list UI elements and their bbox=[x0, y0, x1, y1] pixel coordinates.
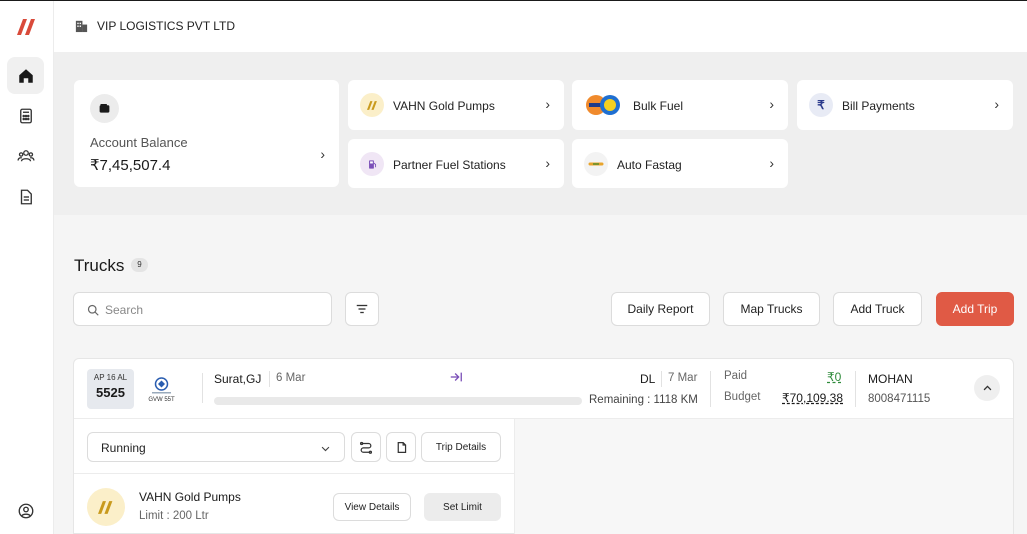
chevron-right-icon: › bbox=[769, 155, 774, 171]
trucks-title: Trucks bbox=[74, 256, 125, 275]
fastag-icon bbox=[584, 152, 608, 176]
trip-card: AP 16 AL 5525 GVW 55T Surat,GJ 6 Mar DL … bbox=[73, 358, 1014, 534]
route-button[interactable] bbox=[351, 432, 381, 462]
pump-name: VAHN Gold Pumps bbox=[139, 490, 241, 504]
trip-status-select[interactable]: Running bbox=[87, 432, 345, 462]
map-trucks-button[interactable]: Map Trucks bbox=[723, 292, 820, 326]
plate-prefix: AP 16 AL bbox=[93, 373, 128, 382]
driver-name: MOHAN bbox=[868, 372, 913, 386]
documents-button[interactable] bbox=[386, 432, 416, 462]
filter-button[interactable] bbox=[345, 292, 379, 326]
divider bbox=[855, 371, 856, 407]
rupee-icon: ₹ bbox=[809, 93, 833, 117]
view-details-button[interactable]: View Details bbox=[333, 493, 411, 521]
account-balance-value: ₹7,45,507.4 bbox=[90, 157, 171, 174]
top-header: VIP LOGISTICS PVT LTD bbox=[54, 1, 1027, 52]
divider bbox=[269, 371, 270, 387]
paid-value[interactable]: ₹0 bbox=[827, 370, 841, 384]
service-label: Bulk Fuel bbox=[633, 99, 684, 113]
chevron-down-icon bbox=[321, 446, 330, 452]
trip-status-value: Running bbox=[101, 441, 146, 455]
account-balance-card[interactable]: Account Balance ₹7,45,507.4 › bbox=[74, 80, 339, 187]
fuel-pump-icon bbox=[360, 152, 384, 176]
home-icon bbox=[18, 68, 33, 83]
sidebar bbox=[0, 1, 54, 534]
search-field[interactable] bbox=[73, 292, 332, 326]
driver-phone: 8008471115 bbox=[868, 393, 931, 405]
service-bulk-fuel[interactable]: Bulk Fuel › bbox=[572, 80, 788, 130]
divider bbox=[661, 371, 662, 387]
sidebar-item-profile[interactable] bbox=[7, 492, 44, 529]
trip-map-pane bbox=[515, 419, 1013, 534]
file-icon bbox=[397, 441, 406, 453]
budget-value[interactable]: ₹70,109.38 bbox=[782, 391, 843, 405]
search-icon bbox=[87, 304, 99, 316]
fuel-brands-icon bbox=[584, 93, 622, 117]
service-auto-fastag[interactable]: Auto Fastag › bbox=[572, 139, 788, 188]
paid-label: Paid bbox=[724, 370, 748, 382]
service-bill-payments[interactable]: ₹ Bill Payments › bbox=[797, 80, 1013, 130]
set-limit-button[interactable]: Set Limit bbox=[424, 493, 501, 521]
service-vahn-gold-pumps[interactable]: VAHN Gold Pumps › bbox=[348, 80, 564, 130]
trucks-count-badge: 9 bbox=[131, 258, 148, 272]
truck-brand: GVW 55T bbox=[140, 369, 183, 409]
chevron-up-icon bbox=[983, 385, 991, 390]
route-arrow-icon bbox=[450, 372, 462, 382]
chevron-right-icon: › bbox=[545, 155, 550, 171]
account-balance-label: Account Balance bbox=[90, 135, 188, 150]
budget-label: Budget bbox=[724, 391, 761, 403]
divider bbox=[74, 473, 514, 474]
vahn-pump-logo-icon bbox=[87, 488, 125, 526]
divider bbox=[710, 371, 711, 407]
calculator-icon bbox=[19, 108, 32, 123]
chevron-right-icon: › bbox=[545, 96, 550, 112]
building-icon bbox=[75, 20, 88, 33]
vahn-logo-icon bbox=[360, 93, 384, 117]
company-name: VIP LOGISTICS PVT LTD bbox=[97, 18, 236, 33]
app-logo-icon[interactable] bbox=[17, 19, 37, 35]
user-circle-icon bbox=[18, 503, 33, 518]
chevron-right-icon: › bbox=[769, 96, 774, 112]
add-trip-button[interactable]: Add Trip bbox=[936, 292, 1014, 326]
wallet-icon bbox=[90, 94, 119, 123]
divider bbox=[514, 419, 515, 534]
chevron-right-icon: › bbox=[320, 146, 325, 162]
remaining-distance: Remaining : 1118 KM bbox=[589, 394, 698, 406]
service-partner-fuel-stations[interactable]: Partner Fuel Stations › bbox=[348, 139, 564, 188]
plate-number: 5525 bbox=[96, 385, 125, 400]
service-label: Bill Payments bbox=[842, 99, 915, 113]
route-icon bbox=[359, 441, 373, 454]
sidebar-item-calculator[interactable] bbox=[7, 97, 44, 134]
company-selector[interactable]: VIP LOGISTICS PVT LTD bbox=[74, 18, 235, 33]
pump-limit: Limit : 200 Ltr bbox=[139, 510, 209, 522]
search-input[interactable] bbox=[105, 301, 320, 319]
destination-date: 7 Mar bbox=[668, 372, 698, 384]
service-label: Auto Fastag bbox=[617, 158, 682, 172]
destination-city: DL bbox=[640, 372, 656, 386]
sidebar-item-home[interactable] bbox=[7, 57, 44, 94]
service-label: Partner Fuel Stations bbox=[393, 158, 506, 172]
truck-model: GVW 55T bbox=[148, 397, 175, 403]
service-label: VAHN Gold Pumps bbox=[393, 99, 495, 113]
trip-details-button[interactable]: Trip Details bbox=[421, 432, 501, 462]
daily-report-button[interactable]: Daily Report bbox=[611, 292, 710, 326]
origin-city: Surat,GJ bbox=[214, 372, 262, 386]
sidebar-item-documents[interactable] bbox=[7, 178, 44, 215]
number-plate: AP 16 AL 5525 bbox=[87, 369, 134, 409]
collapse-button[interactable] bbox=[974, 375, 1000, 401]
trip-progress-bar bbox=[214, 397, 582, 405]
chevron-right-icon: › bbox=[994, 96, 999, 112]
filter-icon bbox=[356, 304, 368, 314]
add-truck-button[interactable]: Add Truck bbox=[833, 292, 922, 326]
sidebar-item-users[interactable] bbox=[7, 137, 44, 174]
document-icon bbox=[20, 189, 32, 204]
divider bbox=[202, 373, 203, 403]
origin-date: 6 Mar bbox=[276, 372, 306, 384]
users-icon bbox=[16, 149, 35, 161]
